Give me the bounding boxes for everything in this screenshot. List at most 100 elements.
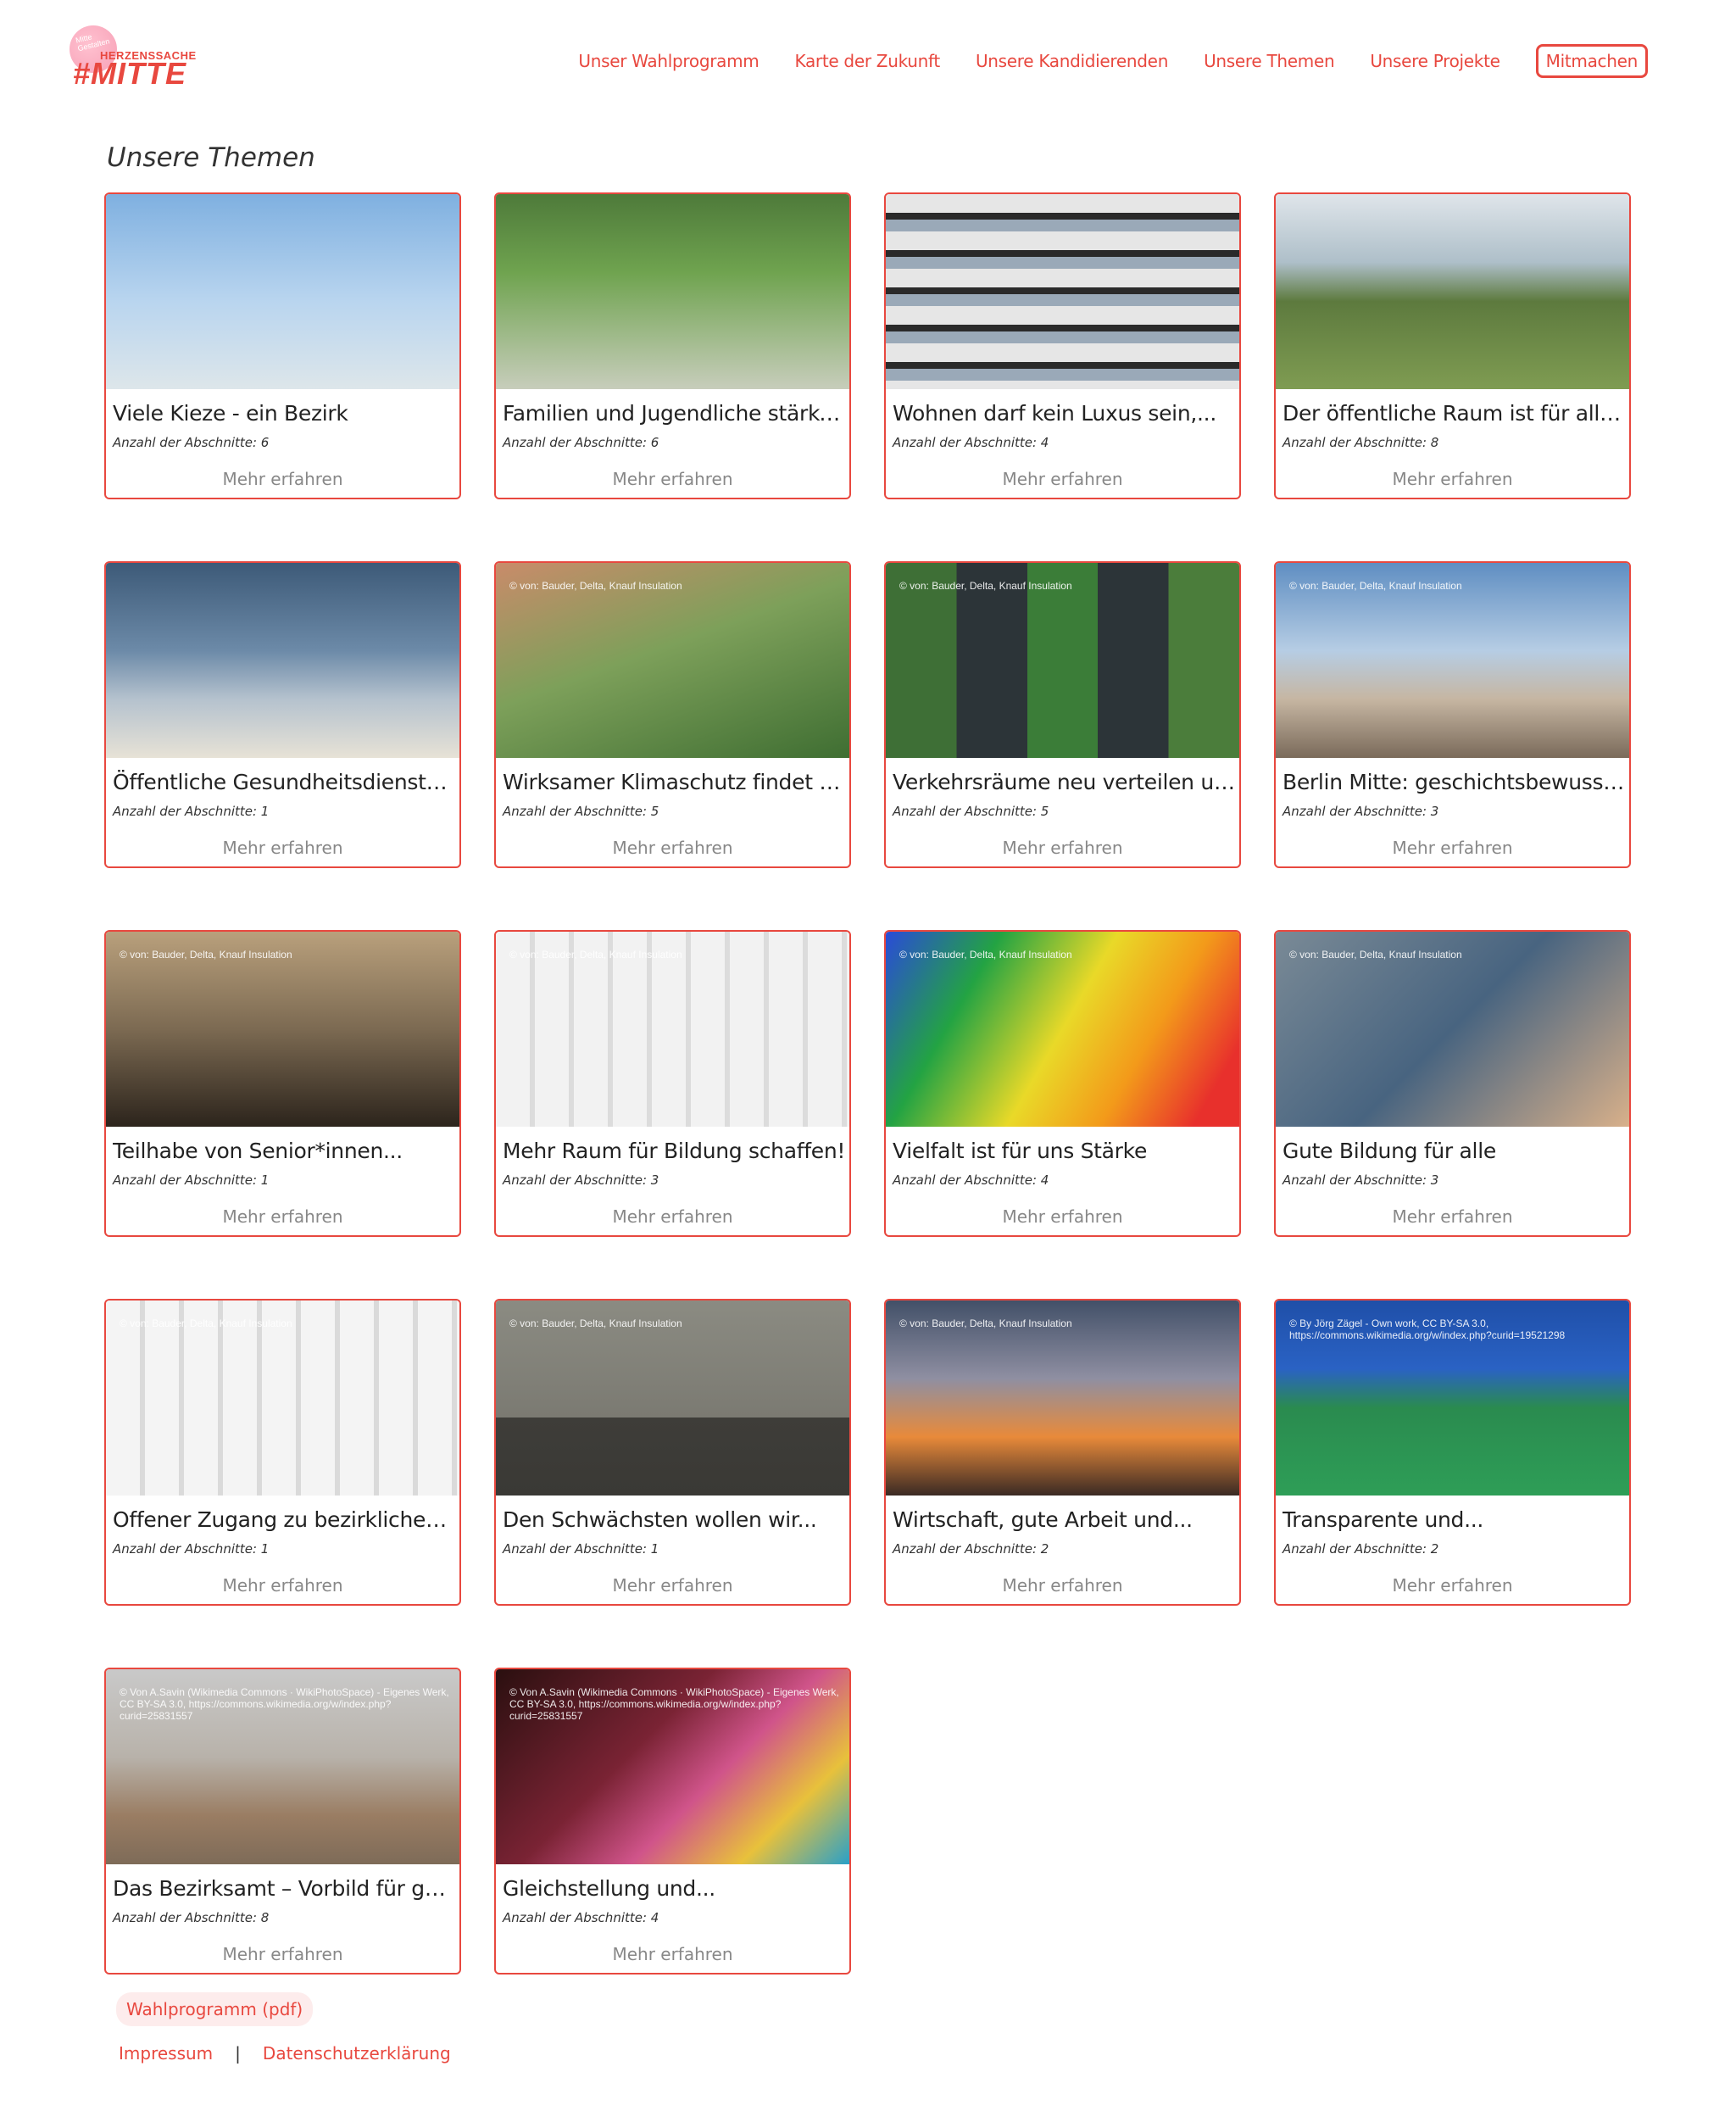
topic-card-image[interactable]: © von: Bauder, Delta, Knauf Insulation <box>106 1301 459 1496</box>
topic-card[interactable]: © By Jörg Zägel - Own work, CC BY-SA 3.0… <box>1274 1299 1631 1606</box>
topic-card-image[interactable]: © von: Bauder, Delta, Knauf Insulation <box>1276 563 1629 758</box>
topic-card-title[interactable]: Offener Zugang zu bezirklichen... <box>113 1507 456 1532</box>
mehr-erfahren-link[interactable]: Mehr erfahren <box>496 838 849 858</box>
topic-card[interactable]: Wohnen darf kein Luxus sein,... Anzahl de… <box>884 192 1241 499</box>
mitmachen-button[interactable]: Mitmachen <box>1535 44 1648 78</box>
topic-card-title[interactable]: Wirtschaft, gute Arbeit und... <box>893 1507 1236 1532</box>
topic-card-image[interactable]: © von: Bauder, Delta, Knauf Insulation <box>496 1301 849 1496</box>
topic-card-title[interactable]: Öffentliche Gesundheitsdienste... <box>113 770 456 794</box>
topic-card-title[interactable]: Gleichstellung und... <box>503 1876 846 1901</box>
topic-card[interactable]: © von: Bauder, Delta, Knauf Insulation Wi… <box>494 561 851 868</box>
topic-card-image[interactable]: © von: Bauder, Delta, Knauf Insulation <box>106 932 459 1127</box>
topic-card-image[interactable] <box>1276 194 1629 389</box>
topic-card-title[interactable]: Wohnen darf kein Luxus sein,... <box>893 401 1236 426</box>
mehr-erfahren-link[interactable]: Mehr erfahren <box>496 1206 849 1227</box>
mehr-erfahren-link[interactable]: Mehr erfahren <box>1276 1206 1629 1227</box>
topic-card-title[interactable]: Der öffentliche Raum ist für alle... <box>1283 401 1626 426</box>
topic-card[interactable]: Der öffentliche Raum ist für alle... Anza… <box>1274 192 1631 499</box>
topic-card[interactable]: Öffentliche Gesundheitsdienste... Anzahl … <box>104 561 461 868</box>
topic-card-section-count: Anzahl der Abschnitte: 3 <box>503 1172 659 1188</box>
mehr-erfahren-link[interactable]: Mehr erfahren <box>496 469 849 489</box>
topic-card-image[interactable]: © von: Bauder, Delta, Knauf Insulation <box>496 932 849 1127</box>
topic-card[interactable]: © von: Bauder, Delta, Knauf Insulation De… <box>494 1299 851 1606</box>
topic-card-image[interactable] <box>106 563 459 758</box>
topic-card-image[interactable] <box>496 194 849 389</box>
topic-card-title[interactable]: Mehr Raum für Bildung schaffen! <box>503 1139 846 1163</box>
image-credit: © von: Bauder, Delta, Knauf Insulation <box>509 949 682 961</box>
mehr-erfahren-link[interactable]: Mehr erfahren <box>1276 1575 1629 1596</box>
topic-card-section-count: Anzahl der Abschnitte: 4 <box>503 1910 659 1925</box>
impressum-link[interactable]: Impressum <box>119 2043 213 2064</box>
topic-card-title[interactable]: Berlin Mitte: geschichtsbewusst... <box>1283 770 1626 794</box>
topic-card[interactable]: © von: Bauder, Delta, Knauf Insulation Ve… <box>884 561 1241 868</box>
topic-card[interactable]: Familien und Jugendliche stärken! Anzahl … <box>494 192 851 499</box>
topic-card-title[interactable]: Das Bezirksamt – Vorbild für gut... <box>113 1876 456 1901</box>
image-credit: © von: Bauder, Delta, Knauf Insulation <box>1289 949 1462 961</box>
topic-card-section-count: Anzahl der Abschnitte: 6 <box>503 435 659 450</box>
topic-card-section-count: Anzahl der Abschnitte: 8 <box>1283 435 1439 450</box>
topic-card[interactable]: © von: Bauder, Delta, Knauf Insulation Be… <box>1274 561 1631 868</box>
topic-card[interactable]: © von: Bauder, Delta, Knauf Insulation Gu… <box>1274 930 1631 1237</box>
mehr-erfahren-link[interactable]: Mehr erfahren <box>106 469 459 489</box>
topic-card[interactable]: © von: Bauder, Delta, Knauf Insulation Vi… <box>884 930 1241 1237</box>
mehr-erfahren-link[interactable]: Mehr erfahren <box>886 838 1239 858</box>
topic-card-image[interactable] <box>106 194 459 389</box>
topic-card-image[interactable]: © von: Bauder, Delta, Knauf Insulation <box>886 1301 1239 1496</box>
topic-card[interactable]: © von: Bauder, Delta, Knauf Insulation Te… <box>104 930 461 1237</box>
topic-card-section-count: Anzahl der Abschnitte: 5 <box>893 804 1049 819</box>
nav-projekte[interactable]: Unsere Projekte <box>1370 51 1500 71</box>
image-credit: © Von A.Savin (Wikimedia Commons · WikiP… <box>120 1686 449 1722</box>
topic-card[interactable]: © Von A.Savin (Wikimedia Commons · WikiP… <box>494 1668 851 1975</box>
image-credit: © von: Bauder, Delta, Knauf Insulation <box>899 1317 1072 1329</box>
topic-card-image[interactable]: © von: Bauder, Delta, Knauf Insulation <box>886 932 1239 1127</box>
mehr-erfahren-link[interactable]: Mehr erfahren <box>106 838 459 858</box>
image-credit: © By Jörg Zägel - Own work, CC BY-SA 3.0… <box>1289 1317 1566 1341</box>
topic-card-image[interactable]: © By Jörg Zägel - Own work, CC BY-SA 3.0… <box>1276 1301 1629 1496</box>
image-credit: © von: Bauder, Delta, Knauf Insulation <box>509 1317 682 1329</box>
topic-card-title[interactable]: Den Schwächsten wollen wir... <box>503 1507 846 1532</box>
mehr-erfahren-link[interactable]: Mehr erfahren <box>496 1944 849 1964</box>
topic-card-title[interactable]: Familien und Jugendliche stärken! <box>503 401 846 426</box>
topic-card[interactable]: Viele Kieze - ein Bezirk Anzahl der Absch… <box>104 192 461 499</box>
nav-kandidierende[interactable]: Unsere Kandidierenden <box>976 51 1168 71</box>
logo-wordmark: #MITTE <box>73 56 187 91</box>
main-nav: Unser Wahlprogramm Karte der Zukunft Uns… <box>542 44 1648 78</box>
topic-card-image[interactable]: © Von A.Savin (Wikimedia Commons · WikiP… <box>496 1669 849 1864</box>
image-credit: © von: Bauder, Delta, Knauf Insulation <box>899 949 1072 961</box>
topic-card-title[interactable]: Teilhabe von Senior*innen... <box>113 1139 456 1163</box>
topic-card[interactable]: © von: Bauder, Delta, Knauf Insulation Wi… <box>884 1299 1241 1606</box>
topic-card-image[interactable]: © von: Bauder, Delta, Knauf Insulation <box>1276 932 1629 1127</box>
nav-themen[interactable]: Unsere Themen <box>1204 51 1335 71</box>
topic-card-title[interactable]: Vielfalt ist für uns Stärke <box>893 1139 1236 1163</box>
nav-wahlprogramm[interactable]: Unser Wahlprogramm <box>578 51 759 71</box>
topic-card[interactable]: © Von A.Savin (Wikimedia Commons · WikiP… <box>104 1668 461 1975</box>
topic-card-image[interactable]: © Von A.Savin (Wikimedia Commons · WikiP… <box>106 1669 459 1864</box>
mehr-erfahren-link[interactable]: Mehr erfahren <box>886 469 1239 489</box>
topic-card-title[interactable]: Gute Bildung für alle <box>1283 1139 1626 1163</box>
topic-card-image[interactable] <box>886 194 1239 389</box>
datenschutz-link[interactable]: Datenschutzerklärung <box>263 2043 451 2064</box>
mehr-erfahren-link[interactable]: Mehr erfahren <box>1276 838 1629 858</box>
topic-card-image[interactable]: © von: Bauder, Delta, Knauf Insulation <box>496 563 849 758</box>
topic-card-title[interactable]: Wirksamer Klimaschutz findet vo... <box>503 770 846 794</box>
topic-card[interactable]: © von: Bauder, Delta, Knauf Insulation Of… <box>104 1299 461 1606</box>
site-logo[interactable]: Mitte Gestalten HERZENSSACHE #MITTE <box>68 25 196 93</box>
topic-card[interactable]: © von: Bauder, Delta, Knauf Insulation Me… <box>494 930 851 1237</box>
topic-card-section-count: Anzahl der Abschnitte: 1 <box>113 1172 270 1188</box>
topic-card-image[interactable]: © von: Bauder, Delta, Knauf Insulation <box>886 563 1239 758</box>
topic-card-title[interactable]: Viele Kieze - ein Bezirk <box>113 401 456 426</box>
mehr-erfahren-link[interactable]: Mehr erfahren <box>106 1944 459 1964</box>
wahlprogramm-pdf-link[interactable]: Wahlprogramm (pdf) <box>116 1992 314 2026</box>
topic-card-title[interactable]: Verkehrsräume neu verteilen und... <box>893 770 1236 794</box>
mehr-erfahren-link[interactable]: Mehr erfahren <box>496 1575 849 1596</box>
image-credit: © von: Bauder, Delta, Knauf Insulation <box>509 580 682 592</box>
topic-card-title[interactable]: Transparente und... <box>1283 1507 1626 1532</box>
mehr-erfahren-link[interactable]: Mehr erfahren <box>106 1206 459 1227</box>
mehr-erfahren-link[interactable]: Mehr erfahren <box>106 1575 459 1596</box>
image-credit: © Von A.Savin (Wikimedia Commons · WikiP… <box>509 1686 839 1722</box>
mehr-erfahren-link[interactable]: Mehr erfahren <box>886 1206 1239 1227</box>
mehr-erfahren-link[interactable]: Mehr erfahren <box>886 1575 1239 1596</box>
nav-karte-der-zukunft[interactable]: Karte der Zukunft <box>794 51 940 71</box>
mehr-erfahren-link[interactable]: Mehr erfahren <box>1276 469 1629 489</box>
topic-card-section-count: Anzahl der Abschnitte: 2 <box>893 1541 1049 1557</box>
